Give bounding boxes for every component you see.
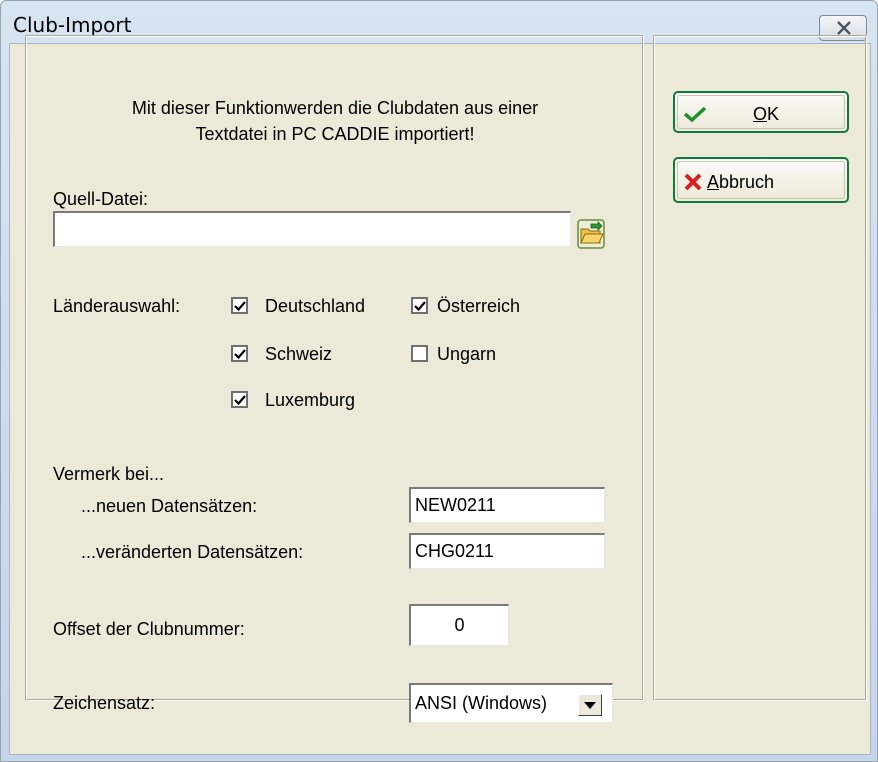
close-icon bbox=[684, 173, 702, 191]
checkbox-label-deutschland[interactable]: Deutschland bbox=[265, 296, 365, 317]
checkmark-icon bbox=[234, 349, 246, 360]
changed-records-label: ...veränderten Datensätzen: bbox=[81, 542, 304, 562]
checkbox-label-oesterreich[interactable]: Österreich bbox=[437, 296, 520, 317]
checkmark-icon bbox=[234, 395, 246, 406]
checkmark-icon bbox=[683, 106, 707, 122]
checkbox-label-luxemburg[interactable]: Luxemburg bbox=[265, 390, 355, 411]
club-number-offset-input[interactable] bbox=[409, 604, 509, 646]
cancel-hotkey: A bbox=[707, 172, 720, 192]
source-file-label: Quell-Datei: bbox=[53, 189, 149, 209]
country-selection-label: Länderauswahl: bbox=[53, 296, 181, 316]
checkbox-oesterreich[interactable] bbox=[411, 297, 428, 314]
changed-records-input[interactable] bbox=[409, 533, 605, 569]
club-import-dialog: Club-Import Mit dieser Funktionwerden di… bbox=[0, 0, 878, 762]
intro-line-1: Mit dieser Funktionwerden die Clubdaten … bbox=[131, 98, 539, 118]
intro-line-2: Textdatei in PC CADDIE importiert! bbox=[195, 124, 475, 144]
checkmark-icon bbox=[414, 301, 426, 312]
new-records-label: ...neuen Datensätzen: bbox=[81, 496, 258, 516]
checkmark-icon bbox=[234, 301, 246, 312]
intro-text: Mit dieser Funktionwerden die Clubdaten … bbox=[61, 95, 609, 147]
open-folder-icon bbox=[577, 219, 605, 249]
charset-selected-value: ANSI (Windows) bbox=[415, 693, 548, 713]
checkbox-ungarn[interactable] bbox=[411, 345, 428, 362]
source-file-input[interactable] bbox=[53, 211, 571, 247]
cancel-label: bbruch bbox=[719, 172, 775, 192]
browse-folder-button[interactable] bbox=[577, 219, 605, 249]
ok-label: K bbox=[767, 104, 780, 124]
window-title: Club-Import bbox=[13, 13, 132, 37]
club-number-offset-label: Offset der Clubnummer: bbox=[53, 619, 245, 639]
note-section-label: Vermerk bei... bbox=[53, 464, 165, 484]
ok-button[interactable]: OK bbox=[673, 91, 849, 133]
close-icon bbox=[837, 21, 851, 35]
checkbox-luxemburg[interactable] bbox=[231, 391, 248, 408]
charset-dropdown-button[interactable] bbox=[578, 694, 602, 716]
charset-label: Zeichensatz: bbox=[53, 693, 156, 713]
checkbox-label-schweiz[interactable]: Schweiz bbox=[265, 344, 332, 365]
button-panel bbox=[653, 35, 867, 701]
chevron-down-icon bbox=[584, 702, 596, 709]
cancel-button[interactable]: Abbruch bbox=[673, 157, 849, 203]
checkbox-schweiz[interactable] bbox=[231, 345, 248, 362]
new-records-input[interactable] bbox=[409, 487, 605, 523]
ok-hotkey: O bbox=[753, 104, 768, 124]
checkbox-deutschland[interactable] bbox=[231, 297, 248, 314]
checkbox-label-ungarn[interactable]: Ungarn bbox=[437, 344, 496, 365]
